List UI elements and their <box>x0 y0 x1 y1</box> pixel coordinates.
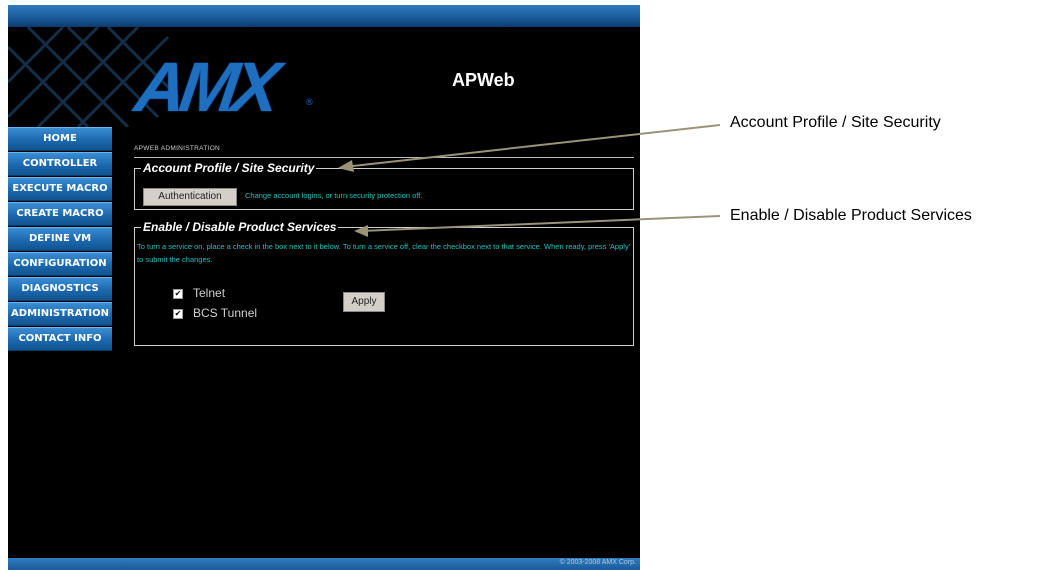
bcs-tunnel-label: BCS Tunnel <box>193 306 258 320</box>
services-section-title: Enable / Disable Product Services <box>141 220 339 234</box>
nav-create-macro[interactable]: CREATE MACRO <box>8 202 112 226</box>
authentication-button[interactable]: Authentication <box>143 188 237 206</box>
sidebar-nav: HOME CONTROLLER EXECUTE MACRO CREATE MAC… <box>8 127 112 352</box>
copyright: © 2003-2008 AMX Corp. <box>559 559 636 566</box>
bcs-tunnel-service: ✔ BCS Tunnel <box>173 306 257 320</box>
telnet-checkbox[interactable]: ✔ <box>173 289 183 299</box>
nav-home[interactable]: HOME <box>8 127 112 151</box>
nav-controller[interactable]: CONTROLLER <box>8 152 112 176</box>
nav-administration[interactable]: ADMINISTRATION <box>8 302 112 326</box>
registered-mark: ® <box>306 97 313 107</box>
nav-execute-macro[interactable]: EXECUTE MACRO <box>8 177 112 201</box>
breadcrumb: APWEB ADMINISTRATION <box>134 145 634 158</box>
main-content: APWEB ADMINISTRATION Account Profile / S… <box>134 145 640 346</box>
amx-logo-text: AMX <box>130 48 280 126</box>
app-title: APWeb <box>452 70 515 90</box>
bcs-tunnel-checkbox[interactable]: ✔ <box>173 309 183 319</box>
telnet-label: Telnet <box>193 286 226 300</box>
apweb-window: AMX ® APWeb HOME CONTROLLER EXECUTE MACR… <box>8 5 640 570</box>
telnet-service: ✔ Telnet <box>173 286 225 300</box>
logo: AMX ® <box>8 27 348 127</box>
top-bar <box>8 5 640 27</box>
callout-account-label: Account Profile / Site Security <box>730 114 941 131</box>
account-profile-section: Account Profile / Site Security Authenti… <box>134 161 634 210</box>
header: AMX ® APWeb <box>8 27 640 127</box>
apply-button[interactable]: Apply <box>343 292 385 312</box>
callout-services-label: Enable / Disable Product Services <box>730 207 972 224</box>
nav-contact-info[interactable]: CONTACT INFO <box>8 327 112 351</box>
footer-bar: © 2003-2008 AMX Corp. <box>8 558 640 570</box>
nav-configuration[interactable]: CONFIGURATION <box>8 252 112 276</box>
nav-diagnostics[interactable]: DIAGNOSTICS <box>8 277 112 301</box>
nav-define-vm[interactable]: DEFINE VM <box>8 227 112 251</box>
authentication-description: Change account logins, or turn security … <box>245 191 423 200</box>
product-services-section: Enable / Disable Product Services To tur… <box>134 220 634 346</box>
account-section-title: Account Profile / Site Security <box>141 161 317 175</box>
services-description: To turn a service on, place a check in t… <box>137 242 631 264</box>
